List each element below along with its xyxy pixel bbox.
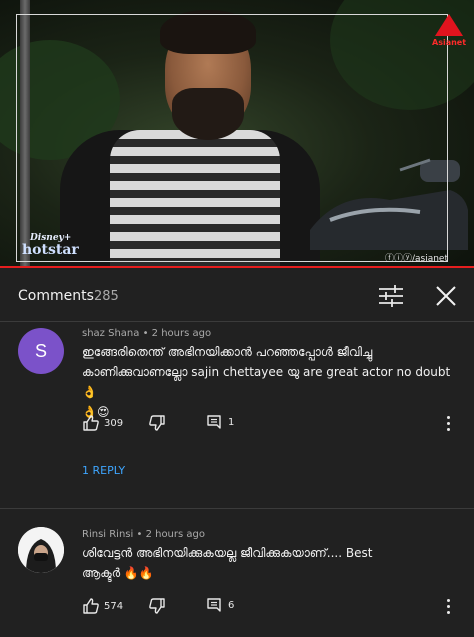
sliders-icon[interactable] (378, 284, 404, 308)
like-count: 309 (104, 417, 124, 429)
avatar[interactable] (18, 527, 64, 573)
thumbs-down-icon (149, 415, 165, 431)
close-icon[interactable] (432, 282, 460, 310)
avatar-letter: S (34, 340, 47, 361)
meta-separator: • (136, 529, 146, 540)
dislike-button[interactable] (148, 414, 166, 432)
view-replies-link[interactable]: 1 REPLY (82, 464, 125, 477)
more-options-icon[interactable] (446, 416, 452, 434)
comment-actions: 574 6 (82, 597, 462, 621)
thumbs-down-icon (149, 598, 165, 614)
streaming-logo: Disney+ hotstar (22, 232, 79, 258)
comment-text: ഇങ്ങേരിതെന്ത് അഭിനയിക്കാൻ പറഞ്ഞപ്പോൾ ജീവ… (82, 342, 456, 422)
reply-button[interactable]: 1 (206, 414, 234, 430)
thumbs-up-icon (83, 598, 99, 614)
comment-author[interactable]: Rinsi Rinsi (82, 529, 133, 540)
like-button[interactable]: 309 (82, 414, 123, 432)
comment-time: 2 hours ago (145, 529, 205, 540)
comment-text-line: കാണിക്കുവാണല്ലോ sajin chettayee യു are g… (82, 365, 451, 399)
hijab-avatar-icon (18, 527, 64, 573)
social-watermark: ⓕⓘⓨ/asianet (384, 254, 448, 264)
comment-text-line: ഇങ്ങേരിതെന്ത് അഭിനയിക്കാൻ പറഞ്ഞപ്പോൾ ജീവ… (82, 345, 373, 359)
dislike-button[interactable] (148, 597, 166, 615)
comment-time: 2 hours ago (151, 328, 212, 339)
comment-text-line: ആക്ടർ 🔥🔥 (82, 566, 154, 580)
video-frame-border (16, 14, 448, 262)
video-progress-fill (0, 266, 474, 268)
avatar[interactable]: S (18, 328, 64, 374)
comment-text: ശിവേട്ടൻ അഭിനയിക്കുകയല്ല ജീവിക്കുകയാണ്..… (82, 543, 456, 583)
asianet-logo-icon (435, 14, 463, 36)
more-options-icon[interactable] (446, 599, 452, 617)
streaming-logo-sub: hotstar (22, 242, 79, 258)
thumbs-up-icon (83, 415, 99, 431)
reply-button[interactable]: 6 (206, 597, 234, 613)
reply-count: 6 (228, 599, 235, 611)
comment-text-line: ശിവേട്ടൻ അഭിനയിക്കുകയല്ല ജീവിക്കുകയാണ്..… (82, 546, 373, 560)
meta-separator: • (142, 328, 152, 339)
comments-header: Comments 285 (0, 270, 474, 322)
reply-comment-icon (207, 598, 221, 612)
video-player[interactable]: Asianet Disney+ hotstar ⓕⓘⓨ/asianet (0, 0, 474, 268)
comment-item: Rinsi Rinsi • 2 hours ago ശിവേട്ടൻ അഭിനയ… (0, 508, 474, 637)
video-progress-bar[interactable] (0, 266, 474, 268)
like-button[interactable]: 574 (82, 597, 123, 615)
comment-author[interactable]: shaz Shana (82, 328, 139, 339)
comments-title: Comments (18, 288, 94, 304)
comment-actions: 309 1 (82, 414, 462, 438)
like-count: 574 (104, 600, 124, 612)
channel-logo: Asianet (432, 14, 466, 47)
reply-comment-icon (207, 415, 221, 429)
channel-logo-text: Asianet (432, 38, 467, 47)
reply-count: 1 (228, 416, 235, 428)
comment-meta: Rinsi Rinsi • 2 hours ago (82, 529, 205, 540)
comment-meta: shaz Shana • 2 hours ago (82, 328, 211, 339)
comments-count: 285 (94, 289, 119, 304)
comment-item: S shaz Shana • 2 hours ago ഇങ്ങേരിതെന്ത്… (0, 322, 474, 506)
